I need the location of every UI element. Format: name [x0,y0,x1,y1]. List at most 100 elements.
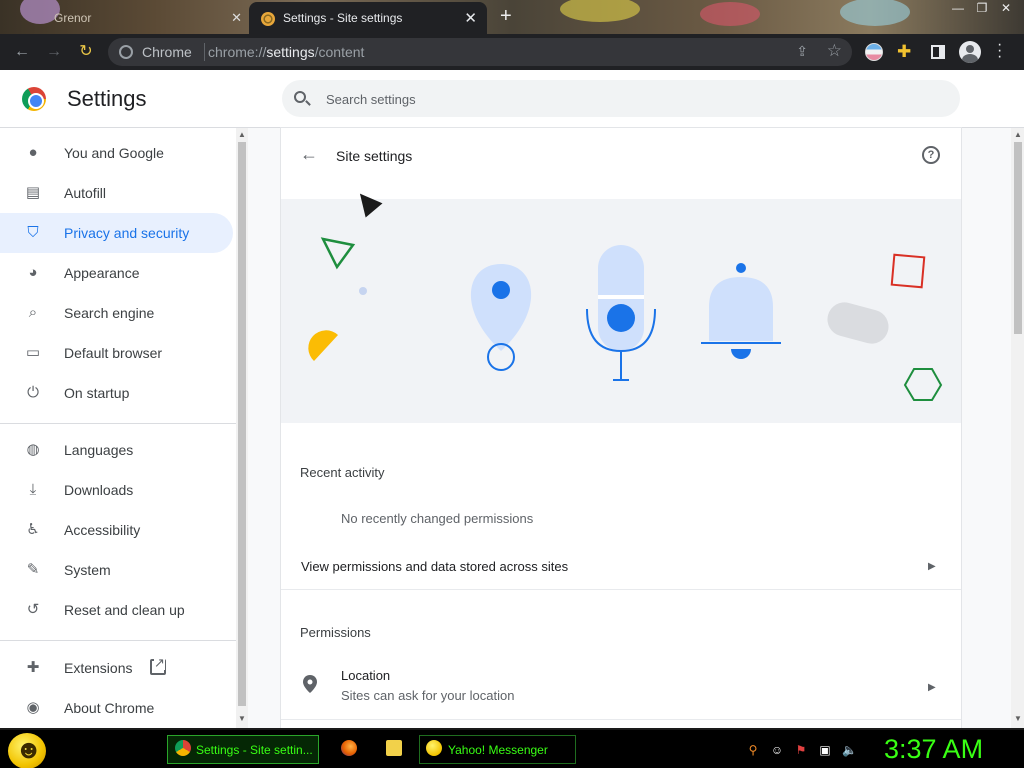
no-recent-permissions-text: No recently changed permissions [341,511,534,526]
sidebar-item-search-engine[interactable]: ⌕ Search engine [0,293,233,333]
row-divider [281,719,961,720]
close-window-icon[interactable]: ✕ [994,0,1018,18]
site-settings-banner [281,199,961,423]
sidebar-item-label: Accessibility [64,522,141,538]
flag-tray-icon[interactable]: ⚑ [794,743,808,757]
scroll-up-icon[interactable]: ▲ [238,130,246,139]
view-permissions-label: View permissions and data stored across … [301,559,569,574]
clipboard-icon: ▤ [25,184,41,201]
close-icon[interactable]: ✕ [464,9,477,27]
sidebar-item-label: Autofill [64,185,107,201]
omnibox-chip: Chrome [142,44,192,60]
sidebar-item-you-and-google[interactable]: ● You and Google [0,133,233,173]
tab-strip: Grenor ✕ Settings - Site settings ✕ + — … [0,0,1024,34]
search-box[interactable] [282,80,960,117]
yahoo-smiley-icon [426,740,442,756]
forward-icon[interactable]: → [44,42,64,62]
sidebar-item-system[interactable]: ✎ System [0,550,233,590]
main-scroll-thumb[interactable] [1014,142,1022,334]
chevron-right-icon: ▶ [928,682,936,693]
new-tab-button[interactable]: + [500,5,512,28]
triangle-shape [320,237,356,270]
url-scheme: chrome:// [208,44,267,60]
url-path: /content [314,44,365,60]
tab-settings[interactable]: Settings - Site settings ✕ [249,2,487,34]
address-bar[interactable]: Chrome chrome://settings/content ⇪ ☆ [108,38,852,66]
sidebar-item-label: System [64,562,111,578]
half-circle-shape [308,330,338,361]
firefox-icon[interactable] [341,740,357,756]
location-permission-row[interactable]: Location Sites can ask for your location… [281,660,961,720]
pill-shape [827,302,889,344]
scroll-down-icon[interactable]: ▼ [1014,714,1022,723]
sidebar-item-on-startup[interactable]: ⏻ On startup [0,373,233,413]
network-tray-icon[interactable]: ▣ [818,743,832,757]
menu-dots-icon[interactable]: · · · [997,37,1007,65]
sidebar-item-autofill[interactable]: ▤ Autofill [0,173,233,213]
search-tray-icon[interactable]: ⚲ [746,743,760,757]
restore-icon[interactable]: ❐ [970,0,994,18]
start-button[interactable] [8,733,46,768]
dot-shape [359,287,367,295]
side-panel-icon[interactable] [931,45,945,59]
smiley-tray-icon[interactable]: ☺ [770,743,784,757]
chrome-icon: ◉ [26,699,40,716]
shield-icon: ⛉ [27,224,39,241]
extension-flag-icon[interactable] [865,43,883,61]
help-icon[interactable]: ? [922,146,940,164]
sidebar-item-label: Extensions [64,660,133,676]
person-icon: ● [28,144,38,161]
sidebar: ● You and Google ▤ Autofill ⛉ Privacy an… [0,128,236,728]
main-scrollbar[interactable]: ▲ ▼ [1011,128,1024,728]
tab-inactive[interactable]: Grenor ✕ [0,2,248,32]
permissions-heading: Permissions [300,625,371,640]
close-icon[interactable]: ✕ [231,10,242,26]
location-dot [492,281,510,299]
card-header: ← Site settings ? [281,128,961,198]
sidebar-item-downloads[interactable]: ⤓ Downloads [0,470,233,510]
sidebar-item-reset[interactable]: ↺ Reset and clean up [0,590,233,630]
taskbar-item-yahoo[interactable]: Yahoo! Messenger [419,735,576,764]
sidebar-scroll-thumb[interactable] [238,142,246,706]
wallpaper-splash [560,0,640,22]
tab-inactive-label: Grenor [54,11,92,25]
wrench-icon: ✎ [26,561,40,578]
url-host: settings [266,44,315,60]
download-icon: ⤓ [29,481,37,498]
row-divider [281,589,961,590]
volume-tray-icon[interactable]: 🔈 [842,743,857,757]
sidebar-item-appearance[interactable]: ◕ Appearance [0,253,233,293]
share-icon[interactable]: ⇪ [796,43,808,60]
sidebar-scrollbar[interactable]: ▲ ▼ [236,128,248,728]
settings-page: Settings ● You and Google ▤ Autofill ⛉ P… [0,70,1024,728]
location-subtitle: Sites can ask for your location [341,688,515,703]
profile-avatar[interactable] [959,41,981,63]
sidebar-item-default-browser[interactable]: ▭ Default browser [0,333,233,373]
sidebar-item-about-chrome[interactable]: ◉ About Chrome [0,688,233,728]
scroll-up-icon[interactable]: ▲ [1014,130,1022,139]
view-permissions-row[interactable]: View permissions and data stored across … [281,540,961,580]
location-pin-icon [470,264,532,351]
sidebar-item-label: Appearance [64,265,140,281]
search-input[interactable] [326,88,926,110]
page-title: Settings [67,86,147,111]
tab-title: Settings - Site settings [283,11,403,25]
extensions-puzzle-icon[interactable]: ✚ [897,42,911,62]
url-text[interactable]: chrome://settings/content [208,44,364,60]
bookmark-star-icon[interactable]: ☆ [827,41,842,61]
sidebar-item-languages[interactable]: ◍ Languages [0,430,233,470]
sidebar-item-label: About Chrome [64,700,155,716]
reload-icon[interactable]: ↻ [76,42,96,62]
sidebar-item-accessibility[interactable]: ♿ Accessibility [0,510,233,550]
hexagon-shape [903,368,943,401]
back-icon[interactable]: ← [12,42,32,62]
sidebar-item-extensions[interactable]: ✚ Extensions [0,648,233,688]
sidebar-item-privacy[interactable]: ⛉ Privacy and security [0,213,233,253]
back-arrow-icon[interactable]: ← [300,144,318,165]
folder-icon[interactable] [386,740,402,756]
minimize-icon[interactable]: — [946,0,970,18]
taskbar-item-label: Settings - Site settin... [196,743,313,757]
puzzle-icon: ✚ [26,659,40,676]
sidebar-item-label: Default browser [64,345,163,361]
scroll-down-icon[interactable]: ▼ [238,714,246,723]
